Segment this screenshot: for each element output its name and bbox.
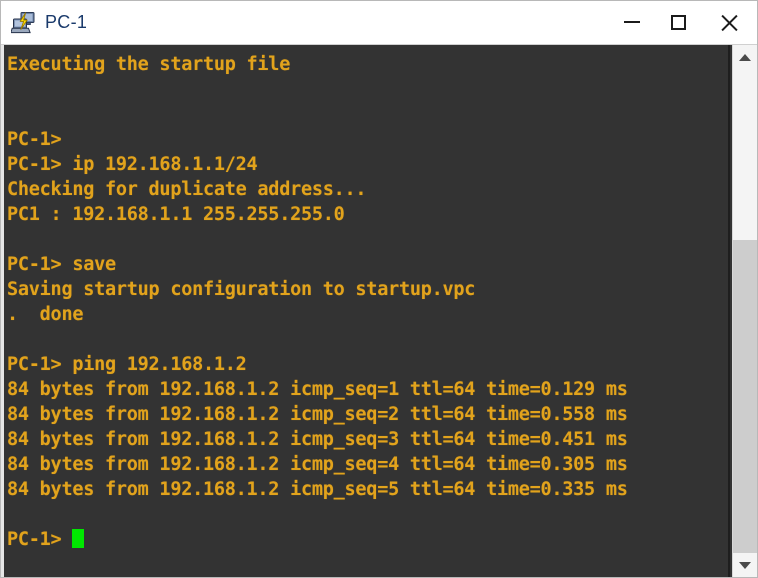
computer-network-icon <box>10 10 37 36</box>
window-title: PC-1 <box>45 12 88 32</box>
terminal-window: PC-1 Executing the startup file PC-1> PC-1… <box>0 0 758 578</box>
window-controls <box>609 1 757 45</box>
console-line: 84 bytes from 192.168.1.2 icmp_seq=1 ttl… <box>7 379 628 400</box>
maximize-button[interactable] <box>655 1 701 45</box>
console-line: 84 bytes from 192.168.1.2 icmp_seq=5 ttl… <box>7 479 628 500</box>
console-line: . done <box>7 304 84 325</box>
vertical-scrollbar[interactable] <box>732 45 757 577</box>
console-line: PC1 : 192.168.1.1 255.255.255.0 <box>7 204 345 225</box>
chevron-down-icon <box>739 561 751 569</box>
minimize-icon <box>624 21 640 24</box>
scroll-up-button[interactable] <box>733 45 757 69</box>
console-line: PC-1> ping 192.168.1.2 <box>7 354 247 375</box>
console-line: Saving startup configuration to startup.… <box>7 279 476 300</box>
maximize-icon <box>670 15 686 30</box>
console-line: PC-1> <box>7 129 62 150</box>
close-icon <box>719 13 739 33</box>
console-prompt: PC-1> <box>7 529 73 550</box>
scrollbar-track[interactable] <box>733 69 757 553</box>
terminal-area: Executing the startup file PC-1> PC-1> ip … <box>1 45 757 577</box>
chevron-up-icon <box>739 53 751 61</box>
console-line: 84 bytes from 192.168.1.2 icmp_seq=2 ttl… <box>7 404 628 425</box>
scroll-down-button[interactable] <box>733 553 757 577</box>
text-cursor <box>72 529 85 548</box>
console-line: 84 bytes from 192.168.1.2 icmp_seq=3 ttl… <box>7 429 628 450</box>
console-line: Checking for duplicate address... <box>7 179 367 200</box>
minimize-button[interactable] <box>609 1 655 45</box>
console-line: Executing the startup file <box>7 54 291 75</box>
console-prompt-line: PC-1> <box>7 527 728 552</box>
console-output-pane[interactable]: Executing the startup file PC-1> PC-1> ip … <box>1 45 730 577</box>
scrollbar-thumb[interactable] <box>733 240 757 553</box>
window-titlebar[interactable]: PC-1 <box>1 1 757 45</box>
close-button[interactable] <box>701 1 757 45</box>
console-line: 84 bytes from 192.168.1.2 icmp_seq=4 ttl… <box>7 454 628 475</box>
console-text: Executing the startup file PC-1> PC-1> ip … <box>7 52 728 552</box>
console-line: PC-1> save <box>7 254 116 275</box>
console-line: PC-1> ip 192.168.1.1/24 <box>7 154 258 175</box>
